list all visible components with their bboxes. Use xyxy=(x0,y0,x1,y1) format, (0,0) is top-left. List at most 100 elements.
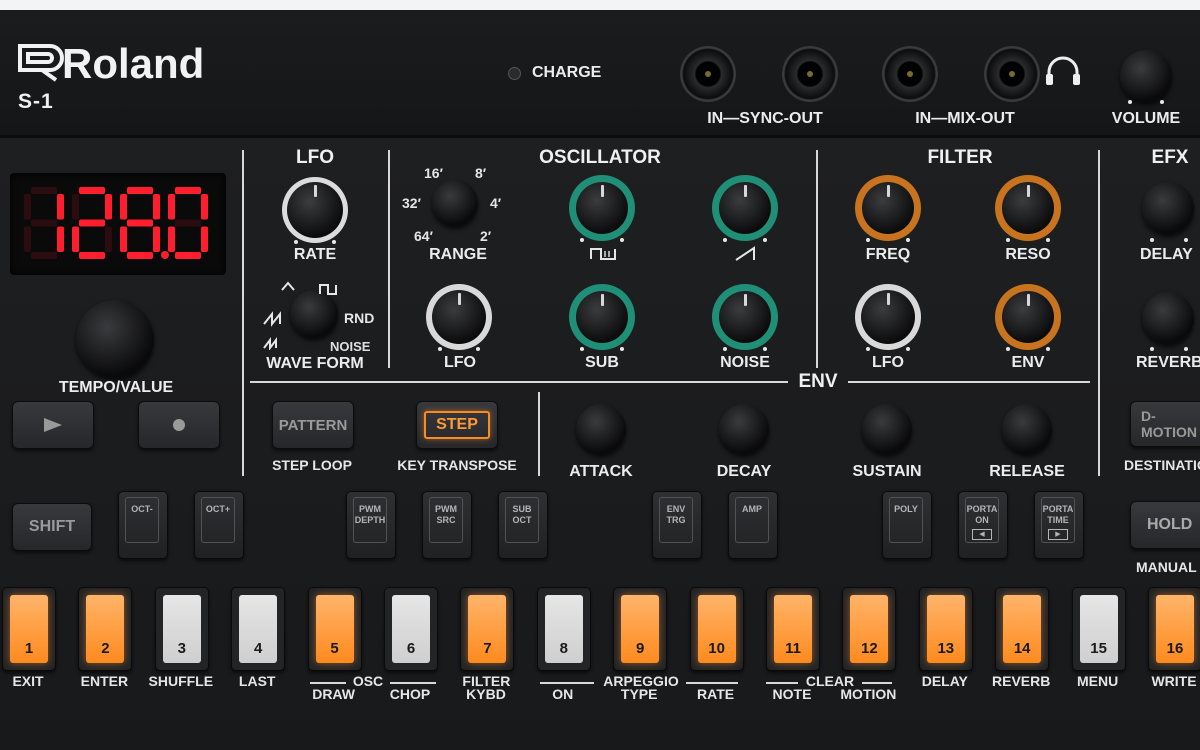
function-button[interactable]: POLY xyxy=(882,491,932,559)
lfo-rate-knob[interactable] xyxy=(287,182,343,238)
step-button[interactable]: STEP xyxy=(416,401,498,449)
charge-label: CHARGE xyxy=(532,64,602,81)
osc-saw-knob[interactable] xyxy=(719,182,771,234)
osc-range-knob[interactable] xyxy=(432,180,478,226)
step-button-5[interactable]: 5 xyxy=(307,587,362,671)
function-button-label: PORTA xyxy=(1042,504,1074,514)
efx-delay-label: DELAY xyxy=(1140,246,1193,263)
filter-env-knob[interactable] xyxy=(1002,291,1054,343)
efx-reverb-knob[interactable] xyxy=(1142,292,1194,344)
step-number: 11 xyxy=(785,640,801,657)
osc-saw-ring xyxy=(712,175,778,241)
segment xyxy=(57,226,64,252)
range-mark-64: 64′ xyxy=(414,228,433,244)
step-button-9[interactable]: 9 xyxy=(613,587,668,671)
function-button-sublabel: TIME xyxy=(1047,515,1069,525)
step-button-7[interactable]: 7 xyxy=(460,587,515,671)
segment xyxy=(175,252,201,259)
range-mark-4: 4′ xyxy=(490,195,502,211)
step-button-14[interactable]: 14 xyxy=(995,587,1050,671)
segment xyxy=(120,194,127,220)
segment xyxy=(24,194,31,220)
filter-env-dots xyxy=(1006,347,1050,352)
segment xyxy=(175,187,201,194)
filter-freq-knob[interactable] xyxy=(862,182,914,234)
env-attack-knob[interactable] xyxy=(576,404,626,454)
step-button-6[interactable]: 6 xyxy=(384,587,438,671)
sync-in-jack[interactable] xyxy=(680,46,736,102)
volume-dots xyxy=(1128,100,1164,105)
tempo-value-knob[interactable] xyxy=(76,300,154,378)
step-number: 9 xyxy=(636,640,645,657)
env-sustain-knob[interactable] xyxy=(862,404,912,454)
osc-square-knob[interactable] xyxy=(576,182,628,234)
env-release-knob[interactable] xyxy=(1002,404,1052,454)
hold-button[interactable]: HOLD xyxy=(1130,501,1200,549)
step-number: 8 xyxy=(559,640,568,657)
play-button[interactable] xyxy=(12,401,94,449)
function-button-caption: PWM DEPTH xyxy=(353,497,387,543)
osc-lfo-dots xyxy=(438,347,480,352)
volume-knob[interactable] xyxy=(1120,50,1172,102)
efx-delay-dots xyxy=(1150,238,1188,243)
sync-out-jack[interactable] xyxy=(782,46,838,102)
segment xyxy=(168,194,175,220)
step-button-4[interactable]: 4 xyxy=(231,587,286,671)
step-button-11[interactable]: 11 xyxy=(766,587,820,671)
lfo-rnd-label: RND xyxy=(344,310,375,326)
env-release-label: RELEASE xyxy=(989,463,1065,480)
function-button[interactable]: ENV TRG xyxy=(652,491,702,559)
function-button[interactable]: PWM SRC xyxy=(422,491,472,559)
step-number: 1 xyxy=(24,640,34,657)
kybd-label: KYBD xyxy=(466,686,506,702)
record-button[interactable] xyxy=(138,401,220,449)
step-number: 2 xyxy=(101,640,110,657)
step-button-12[interactable]: 12 xyxy=(842,587,897,671)
step-button-1[interactable]: 1 xyxy=(2,587,56,671)
function-button-caption: SUB OCT xyxy=(505,497,539,543)
function-button-label: AMP xyxy=(742,504,762,514)
env-sustain-label: SUSTAIN xyxy=(852,463,922,480)
efx-delay-knob[interactable] xyxy=(1142,182,1194,234)
sync-label: IN—SYNC-OUT xyxy=(707,110,823,127)
filter-freq-label: FREQ xyxy=(865,246,911,263)
env-decay-knob[interactable] xyxy=(719,404,769,454)
step-button-13[interactable]: 13 xyxy=(918,587,973,671)
mix-in-jack[interactable] xyxy=(882,46,938,102)
osc-lfo-label: LFO xyxy=(444,354,476,371)
function-button[interactable]: PORTA TIME ▶ xyxy=(1034,491,1084,559)
filter-lfo-ring xyxy=(855,284,921,350)
function-button[interactable]: OCT- xyxy=(118,491,168,559)
pattern-button[interactable]: PATTERN xyxy=(272,401,354,449)
function-button-caption: PWM SRC xyxy=(429,497,463,543)
segment xyxy=(31,219,57,227)
osc-sub-knob[interactable] xyxy=(576,291,628,343)
step-button-15[interactable]: 15 xyxy=(1071,587,1126,671)
step-button-10[interactable]: 10 xyxy=(689,587,744,671)
step-button-8[interactable]: 8 xyxy=(536,587,591,671)
mix-label: IN—MIX-OUT xyxy=(915,110,1015,127)
destination-label: DESTINATION xyxy=(1124,457,1200,473)
filter-lfo-knob[interactable] xyxy=(861,290,915,344)
efx-title: EFX xyxy=(1151,147,1189,168)
filter-reso-knob[interactable] xyxy=(1002,182,1054,234)
mix-out-jack[interactable] xyxy=(984,46,1040,102)
step-button-3[interactable]: 3 xyxy=(154,587,209,671)
function-button[interactable]: PORTA ON ◀ xyxy=(958,491,1008,559)
step-button-2[interactable]: 2 xyxy=(78,587,133,671)
dmotion-button[interactable]: D-MOTION xyxy=(1130,401,1200,447)
osc-noise-knob[interactable] xyxy=(719,291,771,343)
function-button[interactable]: OCT+ xyxy=(194,491,244,559)
step-button-16[interactable]: 16 xyxy=(1148,587,1200,671)
osc-lfo-knob[interactable] xyxy=(432,290,486,344)
range-mark-2: 2′ xyxy=(480,228,492,244)
function-button[interactable]: SUB OCT xyxy=(498,491,548,559)
arpeggio-group-label: ARPEGGIO xyxy=(603,673,679,689)
function-button[interactable]: PWM DEPTH xyxy=(346,491,396,559)
function-button[interactable]: AMP xyxy=(728,491,778,559)
headphones-icon xyxy=(1046,56,1080,85)
function-button-sublabel: TRG xyxy=(666,515,686,525)
osc-noise-ring xyxy=(712,284,778,350)
osc-noise-label: NOISE xyxy=(720,354,770,371)
shift-button[interactable]: SHIFT xyxy=(12,503,92,551)
